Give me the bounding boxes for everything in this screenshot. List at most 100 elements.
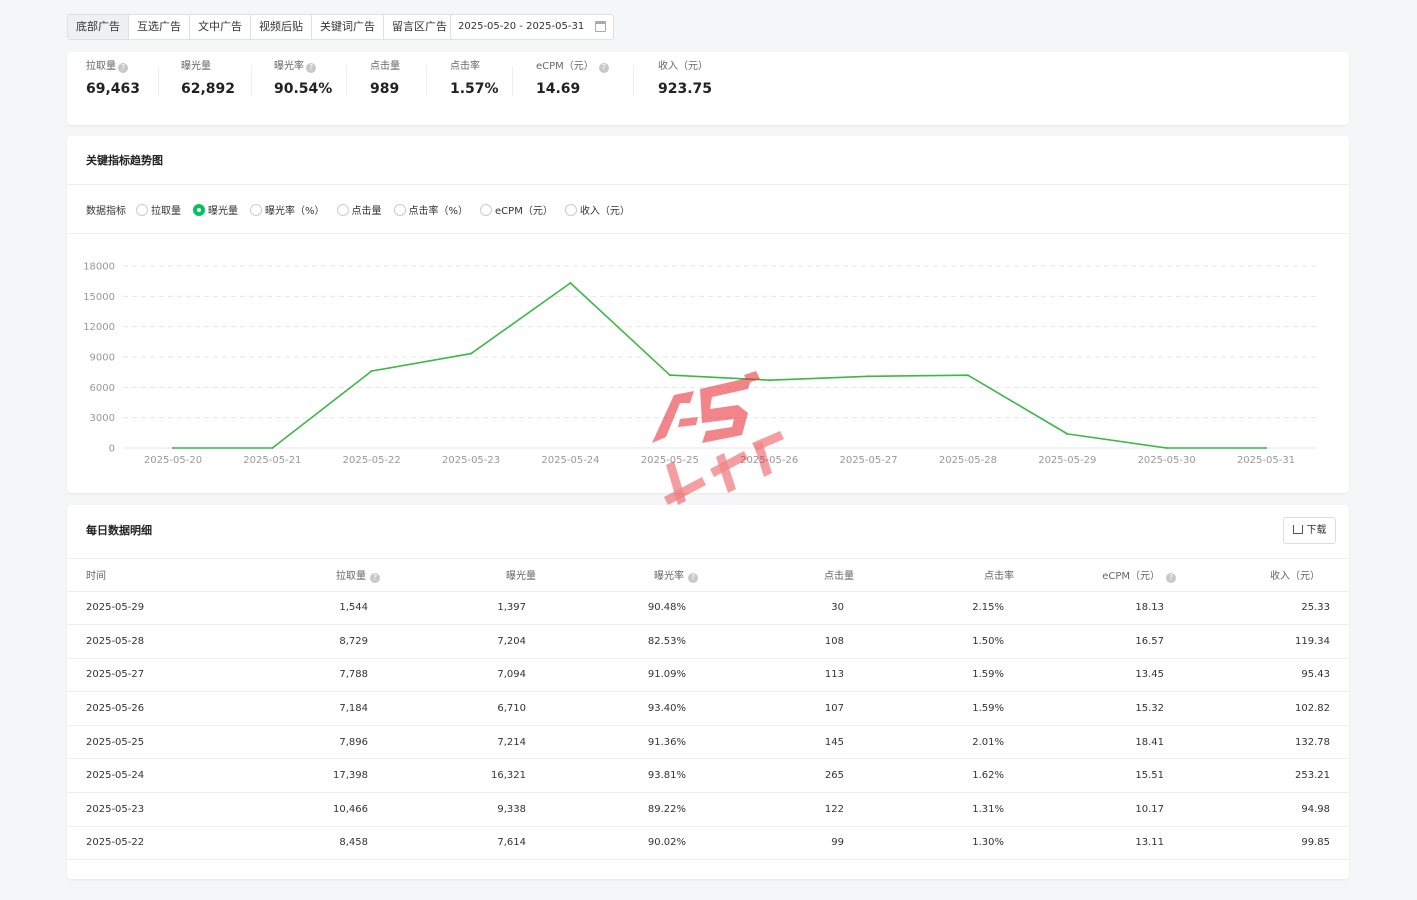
download-icon [1292,525,1303,534]
summary-card: 拉取量? 69,463 曝光量 62,892 曝光率? 90.54% 点击量 9… [67,52,1349,125]
x-tick-label: 2025-05-25 [641,455,699,466]
cell-date: 2025-05-29 [67,591,227,626]
cell-ecpm: 15.32 [1016,691,1176,726]
radio-circle[interactable] [136,203,148,216]
radio-circle[interactable] [564,203,577,216]
radio-ctr[interactable]: 点击率（%） [393,202,469,217]
help-icon[interactable]: ? [688,572,698,583]
cell-revenue: 25.33 [1176,591,1349,626]
tab-keyword-ad[interactable]: 关键词广告 [312,15,384,39]
radio-circle[interactable] [480,203,493,216]
metric-radio-label: 数据指标 [86,206,126,217]
cell-exposure: 1,397 [380,591,538,626]
y-tick-label: 3000 [90,413,115,424]
metric-value: 923.75 [658,81,713,97]
cell-pull: 1,544 [227,591,380,626]
cell-ctr: 1.31% [856,792,1016,827]
x-tick-label: 2025-05-24 [541,455,599,466]
col-label: eCPM（元） [1102,570,1160,582]
metric-value: 62,892 [181,81,236,97]
cell-pull: 7,788 [227,658,380,693]
radio-exposure-rate[interactable]: 曝光率（%） [250,202,325,217]
tab-in-article-ad[interactable]: 文中广告 [190,15,251,39]
cell-date: 2025-05-24 [67,758,227,794]
metric-value: 989 [370,81,400,97]
cell-date: 2025-05-23 [67,792,227,827]
radio-circle[interactable] [336,203,349,216]
cell-ctr: 1.59% [856,658,1016,693]
cell-date: 2025-05-27 [67,658,227,693]
date-range-text: 2025-05-20 - 2025-05-31 [458,21,585,32]
cell-exposure-rate: 93.81% [538,758,698,794]
cell-exposure-rate: 91.36% [538,725,698,760]
help-icon[interactable]: ? [370,572,380,583]
cell-pull: 8,458 [227,826,380,861]
help-icon[interactable]: ? [306,63,316,73]
x-tick-label: 2025-05-21 [243,455,301,466]
metric-ctr: 点击率 1.57% [450,60,499,97]
metric-pull: 拉取量? 69,463 [86,60,140,97]
cell-ctr: 1.50% [856,624,1016,659]
radio-ecpm[interactable]: eCPM（元） [480,202,553,217]
radio-text: 点击率（%） [408,206,469,217]
download-button[interactable]: 下载 [1283,517,1336,544]
cell-ecpm: 10.17 [1016,792,1176,827]
radio-circle-selected[interactable] [193,203,205,216]
radio-revenue[interactable]: 收入（元） [564,202,630,217]
help-icon[interactable]: ? [118,63,128,73]
cell-clicks: 113 [698,658,856,693]
col-date: 时间 [67,559,227,592]
cell-exposure: 7,614 [380,826,538,861]
radio-clicks[interactable]: 点击量 [336,202,382,217]
metric-label: 点击量 [370,61,400,72]
tab-comment-ad[interactable]: 留言区广告 [384,15,455,39]
radio-text: 点击量 [351,206,382,217]
radio-circle[interactable] [393,203,406,216]
metric-label: eCPM（元） [536,61,594,72]
cell-revenue: 253.21 [1176,758,1349,794]
help-icon[interactable]: ? [1166,572,1176,583]
data-point [668,374,671,377]
details-card: 每日数据明细 下载 时间 拉取量? 曝光量 曝光率? 点击量 点击率 eCPM（… [67,505,1349,879]
ad-type-tabs: 底部广告 互选广告 文中广告 视频后贴 关键词广告 留言区广告 [67,14,456,40]
data-point [867,375,870,378]
data-point [1165,447,1168,449]
data-point [569,281,572,284]
cell-exposure: 7,204 [380,624,538,659]
tab-video-post-ad[interactable]: 视频后贴 [251,15,312,39]
tab-bottom-ad[interactable]: 底部广告 [68,15,129,39]
table-row: 2025-05-28 8,729 7,204 82.53% 108 1.50% 16.57 1… [67,624,1349,659]
metric-label: 曝光率 [274,61,304,72]
tab-mutual-ad[interactable]: 互选广告 [129,15,190,39]
radio-circle[interactable] [250,203,262,216]
table-row: 2025-05-26 7,184 6,710 93.40% 107 1.59% 15.32 1… [67,691,1349,726]
trend-card: 关键指标趋势图 数据指标 拉取量 曝光量 曝光率（%） 点击量 点击率（%） e… [67,136,1349,493]
date-range-picker[interactable]: 2025-05-20 - 2025-05-31 [450,14,614,40]
cell-exposure-rate: 89.22% [538,792,698,827]
help-icon[interactable]: ? [598,63,609,73]
cell-ctr: 1.59% [856,691,1016,726]
cell-pull: 8,729 [227,624,380,659]
radio-exposure[interactable]: 曝光量 [193,202,238,217]
cell-exposure-rate: 90.48% [538,591,698,626]
top-toolbar: 底部广告 互选广告 文中广告 视频后贴 关键词广告 留言区广告 2025-05-… [0,0,1417,56]
table-body: 2025-05-29 1,544 1,397 90.48% 30 2.15% 18.13 25… [67,591,1349,861]
cell-date: 2025-05-25 [67,725,227,760]
table-row: 2025-05-22 8,458 7,614 90.02% 99 1.30% 13.11 99… [67,826,1349,861]
cell-date: 2025-05-26 [67,691,227,726]
cell-exposure-rate: 82.53% [538,624,698,659]
col-label: 曝光率 [654,570,684,582]
col-label: 拉取量 [336,570,366,582]
metric-revenue: 收入（元） 923.75 [658,60,712,97]
cell-clicks: 145 [698,725,856,760]
data-point [470,352,473,355]
details-title: 每日数据明细 [86,524,152,537]
radio-pull[interactable]: 拉取量 [136,202,181,217]
data-point [271,447,274,449]
metric-ecpm: eCPM（元）? 14.69 [536,60,609,97]
metric-clicks: 点击量 989 [370,60,400,97]
radio-text: eCPM（元） [495,206,553,217]
metric-label: 曝光量 [181,61,211,72]
table-header-row: 时间 拉取量? 曝光量 曝光率? 点击量 点击率 eCPM（元）? 收入（元） [67,559,1349,592]
radio-text: 收入（元） [579,206,630,217]
